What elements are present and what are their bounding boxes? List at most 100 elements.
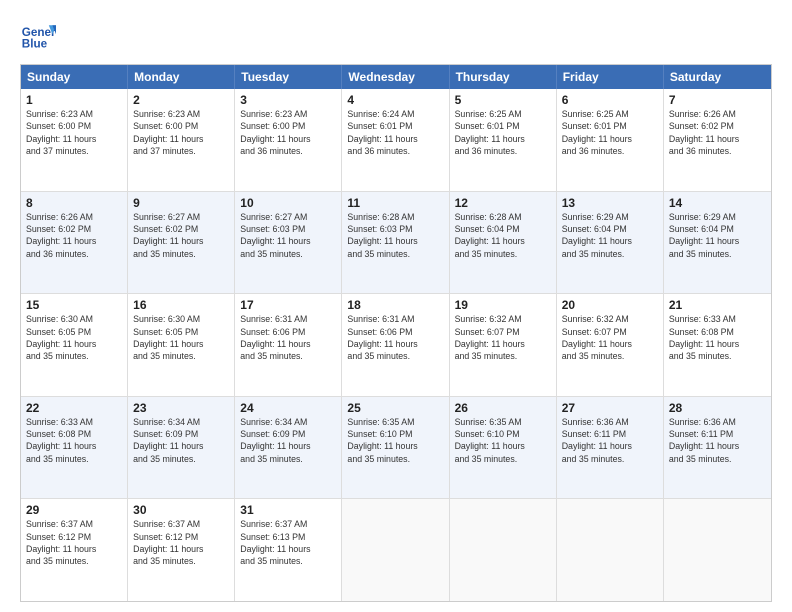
day-info: Sunrise: 6:37 AM Sunset: 6:13 PM Dayligh…	[240, 518, 336, 567]
day-info: Sunrise: 6:23 AM Sunset: 6:00 PM Dayligh…	[26, 108, 122, 157]
calendar-cell: 30Sunrise: 6:37 AM Sunset: 6:12 PM Dayli…	[128, 499, 235, 601]
day-info: Sunrise: 6:23 AM Sunset: 6:00 PM Dayligh…	[133, 108, 229, 157]
day-info: Sunrise: 6:37 AM Sunset: 6:12 PM Dayligh…	[26, 518, 122, 567]
day-info: Sunrise: 6:32 AM Sunset: 6:07 PM Dayligh…	[562, 313, 658, 362]
logo-icon: General Blue	[20, 18, 56, 54]
day-info: Sunrise: 6:36 AM Sunset: 6:11 PM Dayligh…	[562, 416, 658, 465]
day-info: Sunrise: 6:37 AM Sunset: 6:12 PM Dayligh…	[133, 518, 229, 567]
calendar-cell: 28Sunrise: 6:36 AM Sunset: 6:11 PM Dayli…	[664, 397, 771, 499]
calendar-cell: 16Sunrise: 6:30 AM Sunset: 6:05 PM Dayli…	[128, 294, 235, 396]
day-number: 9	[133, 196, 229, 210]
calendar-cell	[342, 499, 449, 601]
day-info: Sunrise: 6:29 AM Sunset: 6:04 PM Dayligh…	[669, 211, 766, 260]
calendar-cell: 8Sunrise: 6:26 AM Sunset: 6:02 PM Daylig…	[21, 192, 128, 294]
calendar-cell: 20Sunrise: 6:32 AM Sunset: 6:07 PM Dayli…	[557, 294, 664, 396]
calendar-header-cell: Tuesday	[235, 65, 342, 89]
calendar-cell: 18Sunrise: 6:31 AM Sunset: 6:06 PM Dayli…	[342, 294, 449, 396]
day-number: 11	[347, 196, 443, 210]
calendar-cell: 21Sunrise: 6:33 AM Sunset: 6:08 PM Dayli…	[664, 294, 771, 396]
day-info: Sunrise: 6:24 AM Sunset: 6:01 PM Dayligh…	[347, 108, 443, 157]
day-info: Sunrise: 6:34 AM Sunset: 6:09 PM Dayligh…	[133, 416, 229, 465]
calendar-cell: 13Sunrise: 6:29 AM Sunset: 6:04 PM Dayli…	[557, 192, 664, 294]
day-info: Sunrise: 6:36 AM Sunset: 6:11 PM Dayligh…	[669, 416, 766, 465]
calendar-cell	[557, 499, 664, 601]
day-number: 20	[562, 298, 658, 312]
day-number: 30	[133, 503, 229, 517]
day-info: Sunrise: 6:31 AM Sunset: 6:06 PM Dayligh…	[347, 313, 443, 362]
day-number: 25	[347, 401, 443, 415]
calendar-cell: 10Sunrise: 6:27 AM Sunset: 6:03 PM Dayli…	[235, 192, 342, 294]
day-number: 18	[347, 298, 443, 312]
day-number: 3	[240, 93, 336, 107]
day-info: Sunrise: 6:33 AM Sunset: 6:08 PM Dayligh…	[669, 313, 766, 362]
day-number: 7	[669, 93, 766, 107]
day-number: 22	[26, 401, 122, 415]
day-info: Sunrise: 6:31 AM Sunset: 6:06 PM Dayligh…	[240, 313, 336, 362]
calendar-cell: 4Sunrise: 6:24 AM Sunset: 6:01 PM Daylig…	[342, 89, 449, 191]
day-number: 14	[669, 196, 766, 210]
day-number: 31	[240, 503, 336, 517]
day-number: 28	[669, 401, 766, 415]
svg-text:Blue: Blue	[22, 38, 48, 51]
day-info: Sunrise: 6:26 AM Sunset: 6:02 PM Dayligh…	[669, 108, 766, 157]
calendar-cell: 29Sunrise: 6:37 AM Sunset: 6:12 PM Dayli…	[21, 499, 128, 601]
day-info: Sunrise: 6:35 AM Sunset: 6:10 PM Dayligh…	[455, 416, 551, 465]
calendar-cell: 15Sunrise: 6:30 AM Sunset: 6:05 PM Dayli…	[21, 294, 128, 396]
day-info: Sunrise: 6:23 AM Sunset: 6:00 PM Dayligh…	[240, 108, 336, 157]
day-number: 4	[347, 93, 443, 107]
day-number: 5	[455, 93, 551, 107]
calendar-row: 29Sunrise: 6:37 AM Sunset: 6:12 PM Dayli…	[21, 498, 771, 601]
logo: General Blue	[20, 18, 56, 54]
calendar-cell: 27Sunrise: 6:36 AM Sunset: 6:11 PM Dayli…	[557, 397, 664, 499]
calendar-body: 1Sunrise: 6:23 AM Sunset: 6:00 PM Daylig…	[21, 89, 771, 601]
day-number: 23	[133, 401, 229, 415]
calendar-cell: 7Sunrise: 6:26 AM Sunset: 6:02 PM Daylig…	[664, 89, 771, 191]
calendar-row: 22Sunrise: 6:33 AM Sunset: 6:08 PM Dayli…	[21, 396, 771, 499]
day-number: 13	[562, 196, 658, 210]
calendar-header-cell: Thursday	[450, 65, 557, 89]
calendar-cell: 23Sunrise: 6:34 AM Sunset: 6:09 PM Dayli…	[128, 397, 235, 499]
calendar-cell: 3Sunrise: 6:23 AM Sunset: 6:00 PM Daylig…	[235, 89, 342, 191]
calendar-header-cell: Wednesday	[342, 65, 449, 89]
day-info: Sunrise: 6:27 AM Sunset: 6:02 PM Dayligh…	[133, 211, 229, 260]
day-number: 6	[562, 93, 658, 107]
day-info: Sunrise: 6:33 AM Sunset: 6:08 PM Dayligh…	[26, 416, 122, 465]
day-info: Sunrise: 6:34 AM Sunset: 6:09 PM Dayligh…	[240, 416, 336, 465]
day-number: 27	[562, 401, 658, 415]
calendar-cell	[450, 499, 557, 601]
day-info: Sunrise: 6:28 AM Sunset: 6:03 PM Dayligh…	[347, 211, 443, 260]
calendar-header: SundayMondayTuesdayWednesdayThursdayFrid…	[21, 65, 771, 89]
day-info: Sunrise: 6:25 AM Sunset: 6:01 PM Dayligh…	[455, 108, 551, 157]
calendar: SundayMondayTuesdayWednesdayThursdayFrid…	[20, 64, 772, 602]
page: General Blue SundayMondayTuesdayWednesda…	[0, 0, 792, 612]
calendar-cell	[664, 499, 771, 601]
calendar-cell: 6Sunrise: 6:25 AM Sunset: 6:01 PM Daylig…	[557, 89, 664, 191]
calendar-row: 8Sunrise: 6:26 AM Sunset: 6:02 PM Daylig…	[21, 191, 771, 294]
calendar-header-cell: Monday	[128, 65, 235, 89]
calendar-header-cell: Saturday	[664, 65, 771, 89]
calendar-cell: 9Sunrise: 6:27 AM Sunset: 6:02 PM Daylig…	[128, 192, 235, 294]
calendar-cell: 11Sunrise: 6:28 AM Sunset: 6:03 PM Dayli…	[342, 192, 449, 294]
calendar-cell: 31Sunrise: 6:37 AM Sunset: 6:13 PM Dayli…	[235, 499, 342, 601]
day-number: 24	[240, 401, 336, 415]
day-info: Sunrise: 6:35 AM Sunset: 6:10 PM Dayligh…	[347, 416, 443, 465]
day-info: Sunrise: 6:32 AM Sunset: 6:07 PM Dayligh…	[455, 313, 551, 362]
calendar-cell: 25Sunrise: 6:35 AM Sunset: 6:10 PM Dayli…	[342, 397, 449, 499]
day-number: 26	[455, 401, 551, 415]
calendar-cell: 1Sunrise: 6:23 AM Sunset: 6:00 PM Daylig…	[21, 89, 128, 191]
calendar-row: 15Sunrise: 6:30 AM Sunset: 6:05 PM Dayli…	[21, 293, 771, 396]
calendar-cell: 14Sunrise: 6:29 AM Sunset: 6:04 PM Dayli…	[664, 192, 771, 294]
calendar-cell: 17Sunrise: 6:31 AM Sunset: 6:06 PM Dayli…	[235, 294, 342, 396]
day-number: 17	[240, 298, 336, 312]
calendar-cell: 24Sunrise: 6:34 AM Sunset: 6:09 PM Dayli…	[235, 397, 342, 499]
day-info: Sunrise: 6:30 AM Sunset: 6:05 PM Dayligh…	[133, 313, 229, 362]
header: General Blue	[20, 18, 772, 54]
day-number: 10	[240, 196, 336, 210]
day-info: Sunrise: 6:25 AM Sunset: 6:01 PM Dayligh…	[562, 108, 658, 157]
calendar-cell: 12Sunrise: 6:28 AM Sunset: 6:04 PM Dayli…	[450, 192, 557, 294]
calendar-row: 1Sunrise: 6:23 AM Sunset: 6:00 PM Daylig…	[21, 89, 771, 191]
day-number: 1	[26, 93, 122, 107]
day-number: 2	[133, 93, 229, 107]
day-number: 29	[26, 503, 122, 517]
day-info: Sunrise: 6:30 AM Sunset: 6:05 PM Dayligh…	[26, 313, 122, 362]
